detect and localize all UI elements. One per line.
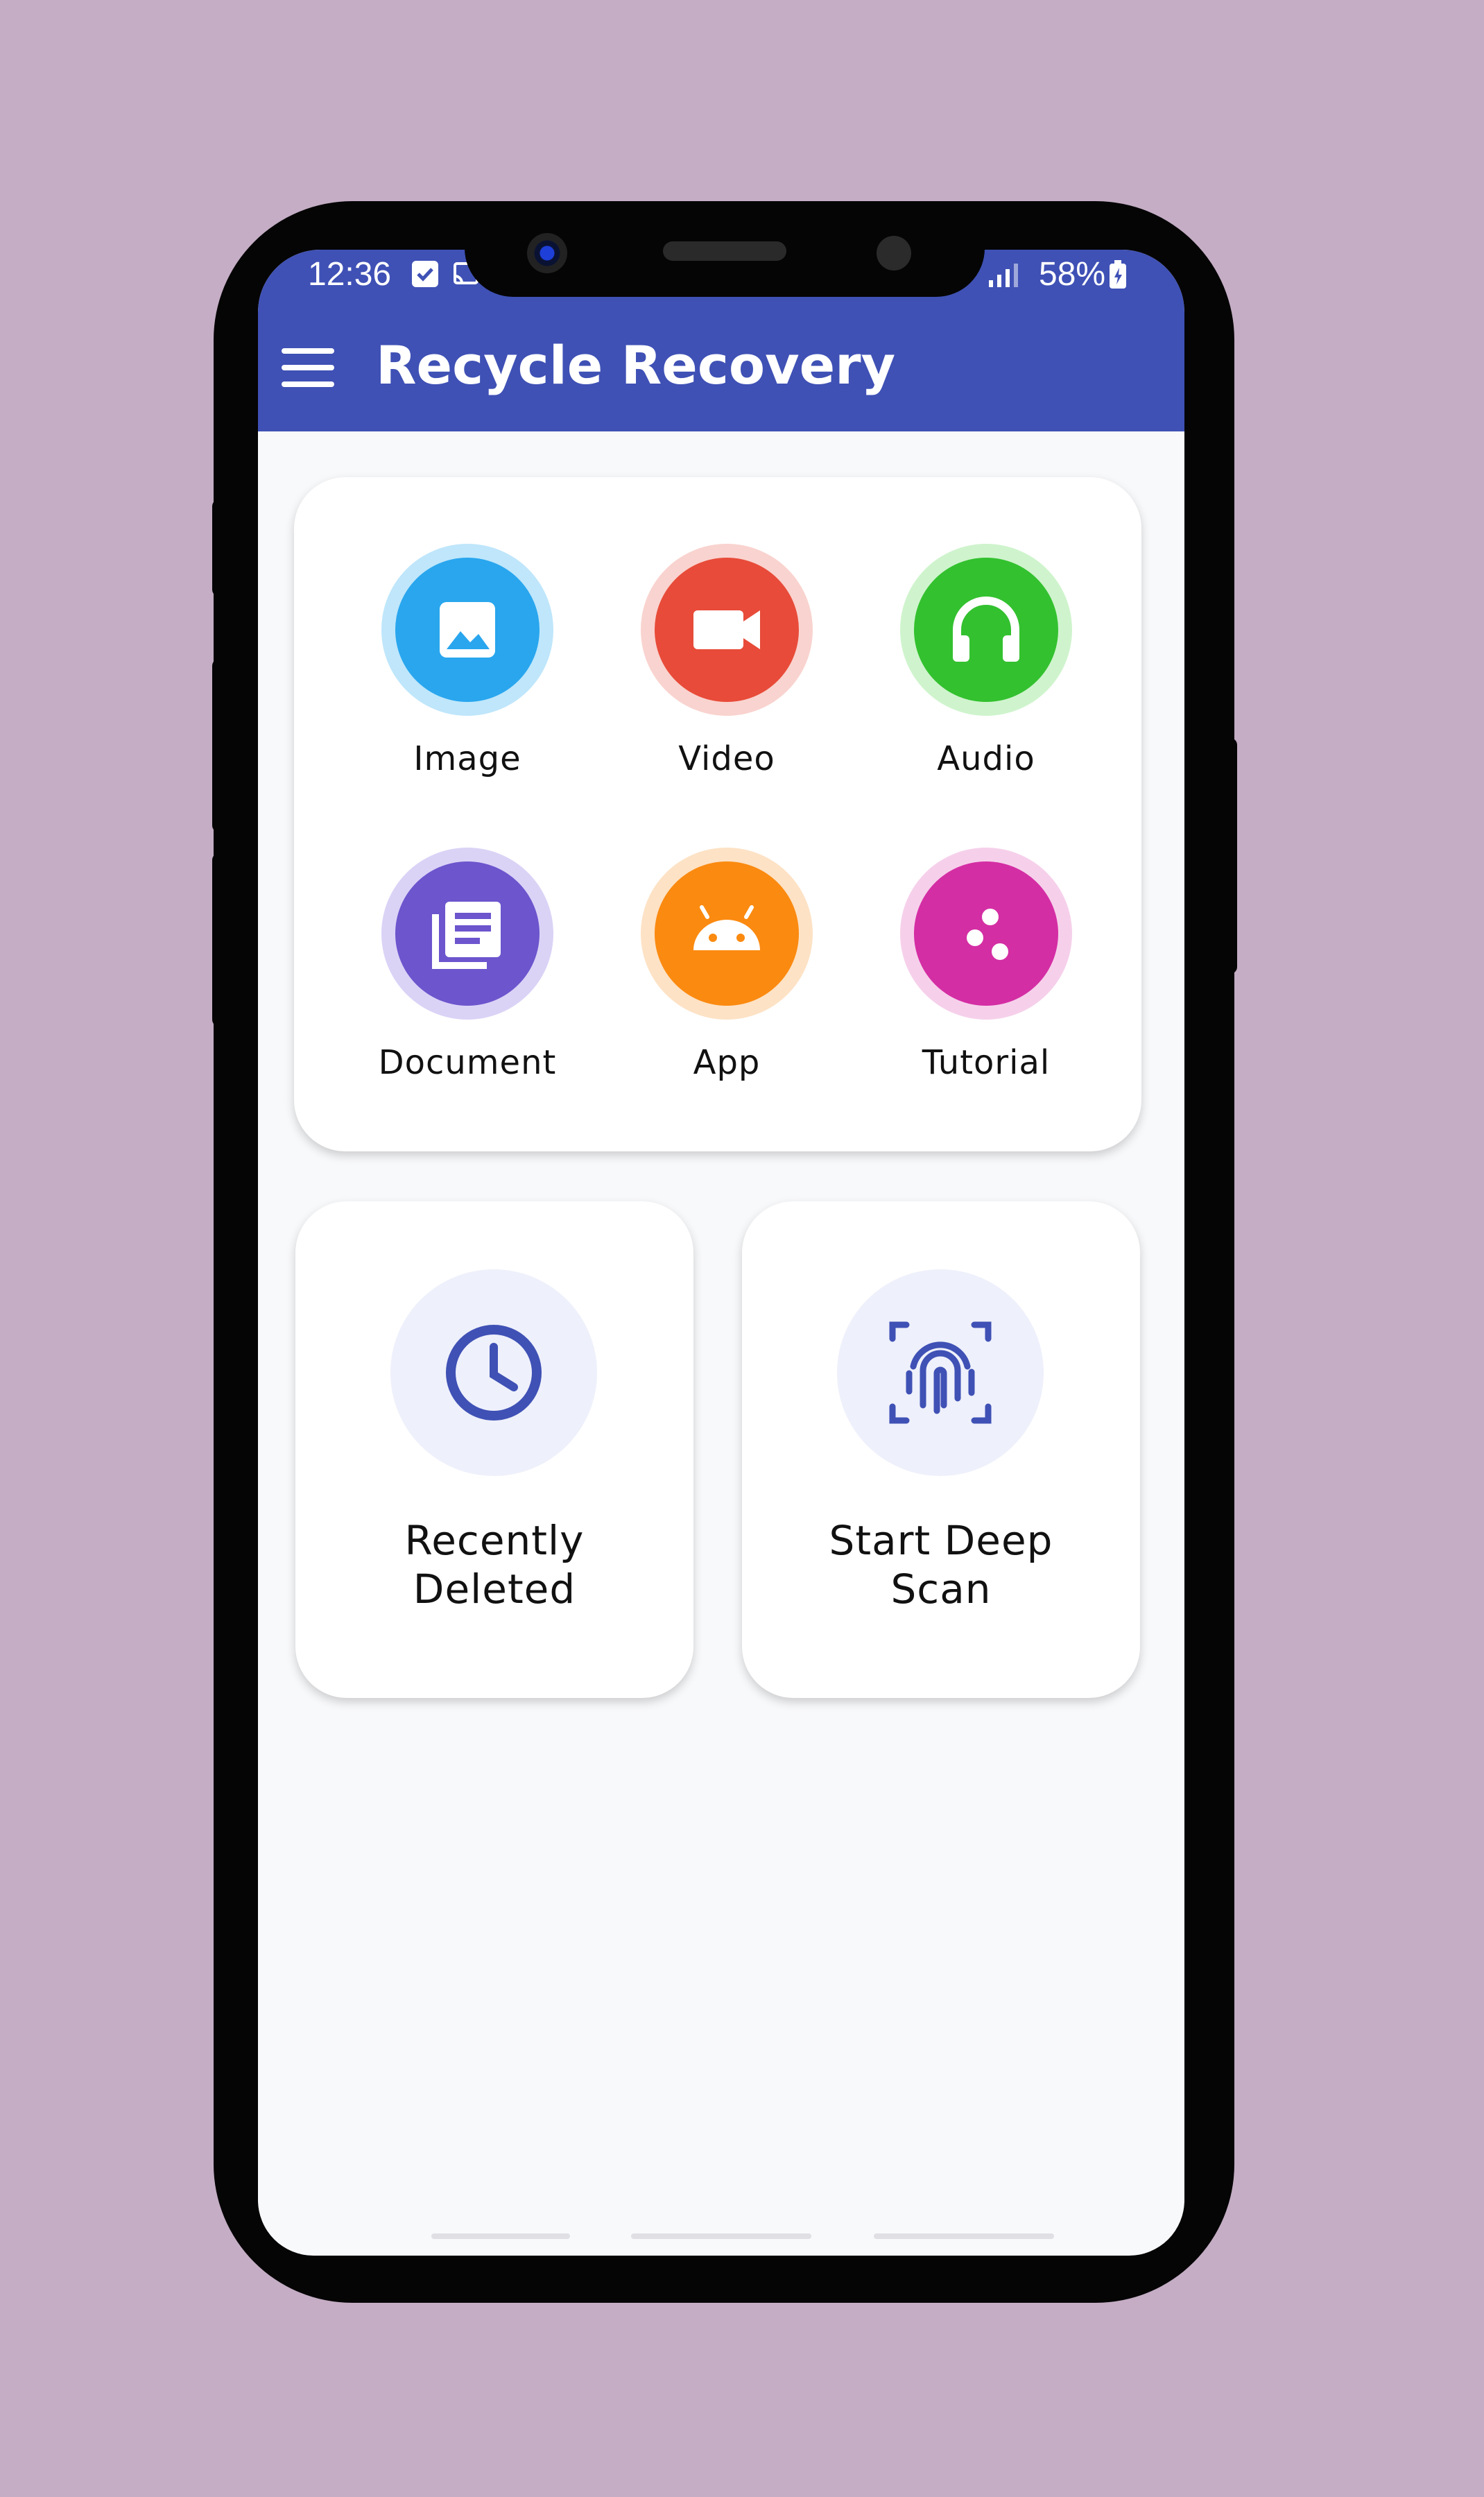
category-audio[interactable]: Audio [875,544,1097,793]
nav-recent-hint[interactable] [431,2233,570,2239]
category-grid-card: Image Video Audio Document App Tutorial [294,477,1141,1151]
app-icon-ring [641,848,813,1020]
recently-deleted-label: Recently Deleted [404,1517,585,1613]
front-camera-icon [527,233,567,273]
signal-icon [986,262,1021,290]
video-icon-ring [641,544,813,716]
category-label: Document [378,1043,557,1082]
category-label: Image [413,739,521,778]
battery-charging-icon [1108,259,1128,290]
android-icon [655,861,799,1006]
clock-icon [390,1269,597,1476]
category-label: Audio [937,739,1035,778]
bixby-button [212,853,226,1027]
nav-home-hint[interactable] [631,2233,811,2239]
phone-screen: 12:36 58% Recycle Recovery Image Video A… [258,250,1184,2256]
category-label: App [693,1043,761,1082]
volume-down-button [212,659,226,832]
headphones-icon [914,558,1058,702]
tutorial-icon-ring [900,848,1072,1020]
library-books-icon [395,861,540,1006]
category-app[interactable]: App [616,848,838,1097]
category-video[interactable]: Video [616,544,838,793]
battery-percent: 58% [1039,256,1106,293]
app-title: Recycle Recovery [376,334,896,396]
category-tutorial[interactable]: Tutorial [875,848,1097,1097]
recently-deleted-card[interactable]: Recently Deleted [295,1201,693,1698]
dots-icon [914,861,1058,1006]
image-icon-ring [381,544,553,716]
nav-back-hint[interactable] [874,2233,1054,2239]
audio-icon-ring [900,544,1072,716]
hamburger-menu-icon[interactable] [282,348,334,387]
fingerprint-scan-icon [837,1269,1044,1476]
start-deep-scan-label: Start Deep Scan [829,1517,1053,1613]
category-label: Video [678,739,775,778]
category-label: Tutorial [922,1043,1051,1082]
image-icon [395,558,540,702]
proximity-sensor [877,236,911,271]
power-button [1223,738,1237,974]
category-document[interactable]: Document [356,848,578,1097]
check-box-icon [412,261,438,287]
start-deep-scan-card[interactable]: Start Deep Scan [742,1201,1140,1698]
volume-up-button [212,499,226,597]
earpiece-speaker [663,241,786,261]
document-icon-ring [381,848,553,1020]
category-image[interactable]: Image [356,544,578,793]
videocam-icon [655,558,799,702]
status-time: 12:36 [308,256,392,293]
